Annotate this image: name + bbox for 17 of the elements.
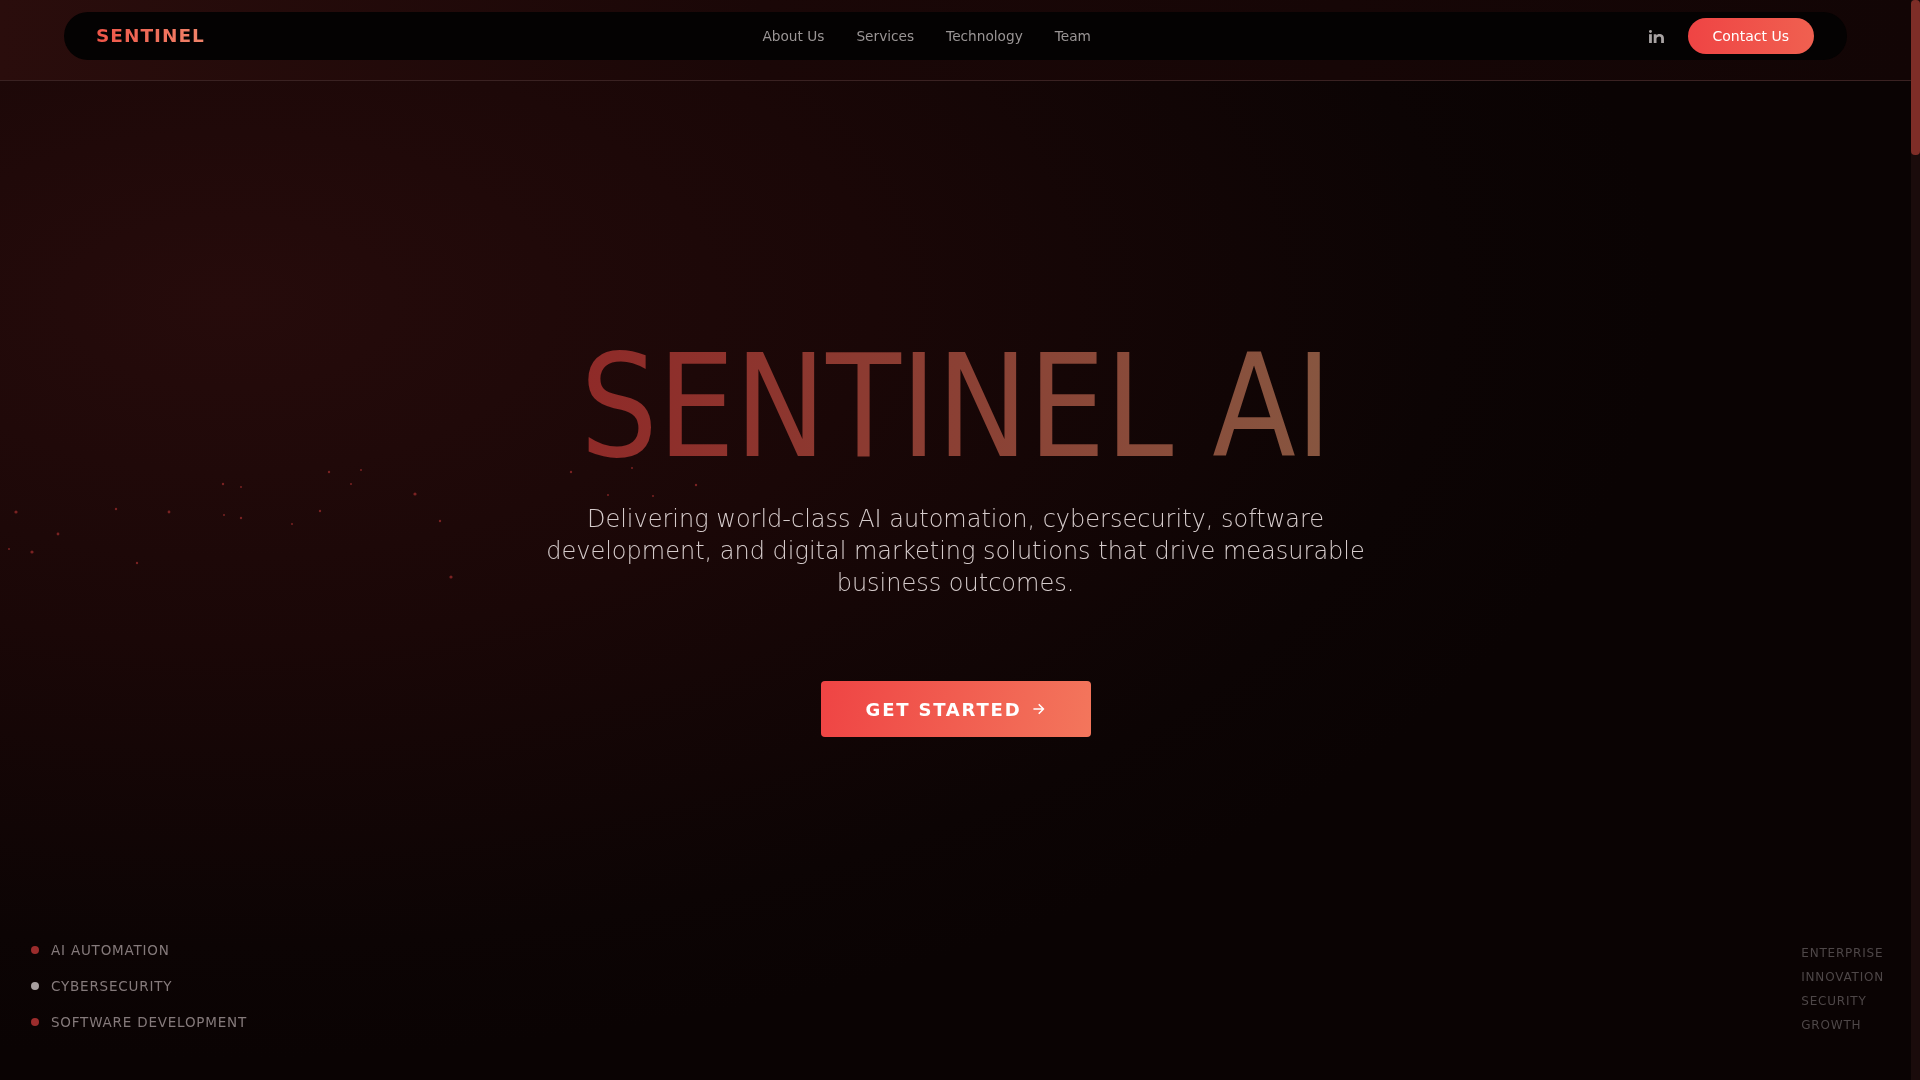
keyword-label: GROWTH: [1801, 1017, 1863, 1034]
scrollbar-thumb[interactable]: [1911, 0, 1920, 155]
service-label: SOFTWARE DEVELOPMENT: [51, 1012, 248, 1032]
arrow-right-icon: [1033, 703, 1046, 715]
keyword-label: SECURITY: [1801, 993, 1868, 1010]
get-started-button[interactable]: GET STARTED: [820, 681, 1091, 737]
hero-subtitle: Delivering world-class AI automation, cybersecurity, software development, and digital marketing solutions that drive measurable business outcomes.: [545, 504, 1366, 599]
contact-button[interactable]: Contact Us: [1687, 18, 1814, 54]
nav-link[interactable]: Services: [856, 25, 915, 47]
nav-link[interactable]: Team: [1054, 25, 1091, 47]
keyword-label: INNOVATION: [1801, 969, 1884, 986]
linkedin-icon[interactable]: [1648, 29, 1664, 43]
nav-link[interactable]: About Us: [762, 25, 825, 47]
nav-link[interactable]: Technology: [946, 25, 1023, 47]
service-label: AI AUTOMATION: [51, 940, 170, 960]
keyword-label: ENTERPRISE: [1801, 945, 1884, 962]
service-label: CYBERSECURITY: [51, 976, 173, 996]
